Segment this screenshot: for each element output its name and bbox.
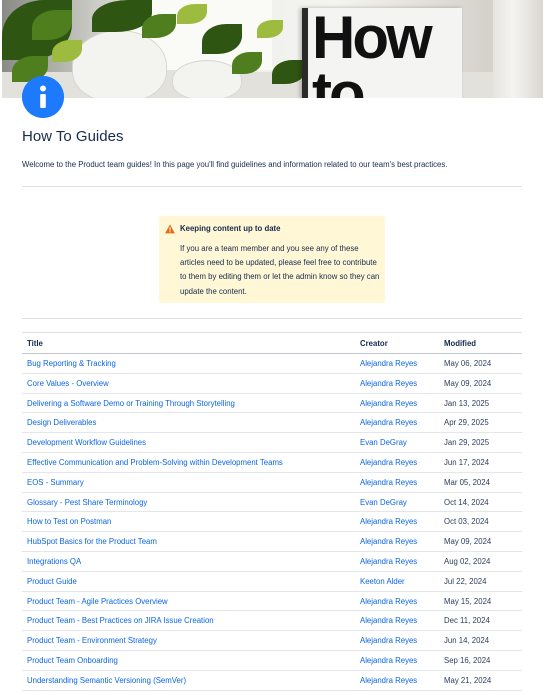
page-title-link[interactable]: Design Deliverables <box>27 418 96 427</box>
divider <box>22 186 522 187</box>
book-cover-text: How to <box>312 8 433 98</box>
creator-link[interactable]: Alejandra Reyes <box>360 557 417 566</box>
page-title-link[interactable]: Effective Communication and Problem-Solv… <box>27 458 283 467</box>
note-body: If you are a team member and you see any… <box>180 244 380 296</box>
table-header-row: Title Creator Modified <box>22 332 522 354</box>
leaf <box>232 52 262 74</box>
note-panel: Keeping content up to date If you are a … <box>159 216 385 303</box>
creator-link[interactable]: Alejandra Reyes <box>360 379 417 388</box>
page-title-link[interactable]: Understanding Semantic Versioning (SemVe… <box>27 676 186 685</box>
table-row: Product Team Onboarding Alejandra Reyes Se… <box>22 651 522 671</box>
table-row: Product Team - Agile Practices Overview A… <box>22 592 522 612</box>
creator-link[interactable]: Alejandra Reyes <box>360 458 417 467</box>
table-row: How to Test on Postman Alejandra Reyes Oct… <box>22 512 522 533</box>
page-title-link[interactable]: Development Workflow Guidelines <box>27 438 146 447</box>
creator-link[interactable]: Alejandra Reyes <box>360 359 417 368</box>
modified-date: May 06, 2024 <box>444 359 492 368</box>
table-row: HubSpot Basics for the Product Team Aleja… <box>22 532 522 552</box>
modified-date: Jan 13, 2025 <box>444 398 490 408</box>
divider <box>22 318 522 319</box>
warning-icon <box>165 224 175 234</box>
modified-date: Jun 14, 2024 <box>444 636 490 646</box>
modified-date: Dec 11, 2024 <box>444 616 490 626</box>
table-row: Integrations QA Alejandra Reyes Aug 02, 20… <box>22 552 522 572</box>
info-icon <box>22 76 64 118</box>
table-row: Product Team - Best Practices on JIRA Is… <box>22 611 522 632</box>
page-title-link[interactable]: Core Values - Overview <box>27 379 109 388</box>
creator-link[interactable]: Alejandra Reyes <box>360 676 417 685</box>
creator-link[interactable]: Alejandra Reyes <box>360 418 417 427</box>
modified-date: Jun 17, 2024 <box>444 457 490 467</box>
page-title-link[interactable]: Product Team - Best Practices on JIRA Is… <box>27 616 214 625</box>
creator-link[interactable]: Keeton Alder <box>360 577 405 586</box>
table-row: Product Team - Environment Strategy Aleja… <box>22 631 522 651</box>
modified-date: Sep 16, 2024 <box>444 655 491 665</box>
note-title: Keeping content up to date <box>180 224 281 233</box>
page-title-link[interactable]: Integrations QA <box>27 557 81 566</box>
table-row: Product Guide Keeton Alder Jul 22, 2024 <box>22 572 522 592</box>
modified-date: Mar 05, 2024 <box>444 477 490 487</box>
table-row: Understanding Semantic Versioning (SemVe… <box>22 671 522 691</box>
table-row: EOS - Summary Alejandra Reyes Mar 05, 2024 <box>22 473 522 493</box>
modified-date: May 09, 2024 <box>444 537 492 547</box>
creator-link[interactable]: Alejandra Reyes <box>360 537 417 546</box>
creator-link[interactable]: Alejandra Reyes <box>360 616 417 625</box>
how-to-book: How to <box>302 8 462 98</box>
modified-date: May 09, 2024 <box>444 378 492 388</box>
modified-date: Jul 22, 2024 <box>444 576 487 586</box>
table-row: Effective Communication and Problem-Solv… <box>22 453 522 473</box>
table-row: Development Workflow Guidelines Evan DeGr… <box>22 433 522 453</box>
modified-date: Apr 29, 2025 <box>444 418 489 428</box>
column-header-title[interactable]: Title <box>27 339 43 348</box>
creator-link[interactable]: Evan DeGray <box>360 438 407 447</box>
page-title-link[interactable]: Glossary - Pest Share Terminology <box>27 498 147 507</box>
page-title-link[interactable]: Product Guide <box>27 577 77 586</box>
creator-link[interactable]: Alejandra Reyes <box>360 636 417 645</box>
creator-link[interactable]: Alejandra Reyes <box>360 597 417 606</box>
table-row: Glossary - Pest Share Terminology Evan De… <box>22 493 522 513</box>
page-title-link[interactable]: How to Test on Postman <box>27 517 111 526</box>
curtain <box>493 0 543 98</box>
modified-date: May 21, 2024 <box>444 675 492 685</box>
creator-link[interactable]: Alejandra Reyes <box>360 399 417 408</box>
modified-date: Oct 14, 2024 <box>444 497 489 507</box>
page-title-link[interactable]: HubSpot Basics for the Product Team <box>27 537 157 546</box>
creator-link[interactable]: Alejandra Reyes <box>360 517 417 526</box>
page-intro: Welcome to the Product team guides! In t… <box>22 160 448 169</box>
leaf <box>257 20 283 38</box>
page-title-link[interactable]: Delivering a Software Demo or Training T… <box>27 399 235 408</box>
plant-pot <box>72 30 167 98</box>
page-title-link[interactable]: Product Team - Agile Practices Overview <box>27 597 168 606</box>
page-title: How To Guides <box>22 128 124 145</box>
table-body: Bug Reporting & Tracking Alejandra Reyes M… <box>22 354 522 691</box>
creator-link[interactable]: Evan DeGray <box>360 498 407 507</box>
column-header-creator[interactable]: Creator <box>360 339 388 348</box>
creator-link[interactable]: Alejandra Reyes <box>360 478 417 487</box>
modified-date: Oct 03, 2024 <box>444 517 489 527</box>
table-row: Delivering a Software Demo or Training T… <box>22 394 522 414</box>
creator-link[interactable]: Alejandra Reyes <box>360 656 417 665</box>
page-title-link[interactable]: Bug Reporting & Tracking <box>27 359 116 368</box>
modified-date: Aug 02, 2024 <box>444 556 491 566</box>
guides-table: Title Creator Modified Bug Reporting & T… <box>22 332 522 691</box>
page-title-link[interactable]: Product Team Onboarding <box>27 656 118 665</box>
page-title-link[interactable]: EOS - Summary <box>27 478 84 487</box>
table-row: Bug Reporting & Tracking Alejandra Reyes M… <box>22 354 522 374</box>
table-row: Design Deliverables Alejandra Reyes Apr 29… <box>22 413 522 434</box>
page-title-link[interactable]: Product Team - Environment Strategy <box>27 636 157 645</box>
modified-date: May 15, 2024 <box>444 596 492 606</box>
modified-date: Jan 29, 2025 <box>444 438 490 448</box>
table-row: Core Values - Overview Alejandra Reyes May… <box>22 374 522 394</box>
column-header-modified[interactable]: Modified <box>444 339 476 348</box>
page-banner-image: How to <box>2 0 543 98</box>
